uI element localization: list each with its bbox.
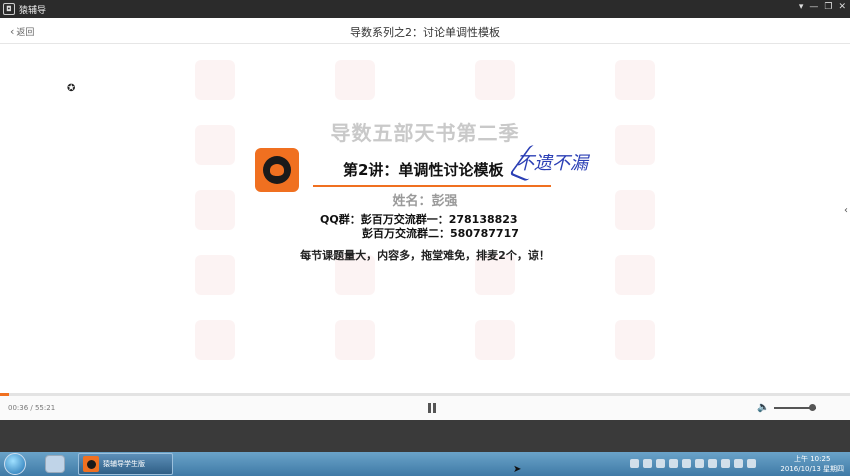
close-icon[interactable]: ✕ <box>838 2 846 12</box>
pinned-app-icon[interactable] <box>45 455 65 473</box>
app-logo-icon: ◘ <box>3 3 15 15</box>
volume-icon[interactable]: 🔈 <box>757 402 769 413</box>
volume-knob[interactable] <box>808 404 816 411</box>
monkey-logo-icon <box>255 148 299 192</box>
taskbar-app-label: 猿辅导学生版 <box>103 460 145 468</box>
playback-time: 00:36 / 55:21 <box>8 404 56 412</box>
tray-icon[interactable] <box>695 459 704 468</box>
app-window: ◘ 猿辅导 ▾ — ❐ ✕ ‹ 返回 导数系列之2：讨论单调性模板 ✪ 导数五部… <box>0 0 850 452</box>
tray-icon[interactable] <box>708 459 717 468</box>
player-controls: 00:36 / 55:21 🔈 <box>0 396 850 420</box>
qq-group-two: 彭百万交流群二：580787717 <box>362 227 519 240</box>
tray-icon[interactable] <box>747 459 756 468</box>
tray-icon[interactable] <box>656 459 665 468</box>
minimize-icon[interactable]: — <box>809 2 818 12</box>
app-name: 猿辅导 <box>19 5 47 16</box>
system-clock[interactable]: 上午 10:25 2016/10/13 星期四 <box>780 454 844 474</box>
app-taskbar-icon <box>83 456 99 472</box>
slide-notice: 每节课题量大，内容多，拖堂难免，排麦2个，谅！ <box>300 249 550 262</box>
taskbar-app-button[interactable]: 猿辅导学生版 <box>78 453 173 475</box>
video-area[interactable]: ✪ 导数五部天书第二季 第2讲：单调性讨论模板 不遗不漏 姓名：彭强 QQ群：彭… <box>0 45 850 393</box>
maximize-icon[interactable]: ❐ <box>824 2 832 12</box>
windows-taskbar: 猿辅导学生版 上午 10:25 2016/10/13 星期四 <box>0 452 850 476</box>
lecture-title: 导数系列之2：讨论单调性模板 <box>350 26 500 39</box>
lecture-header: ‹ 返回 导数系列之2：讨论单调性模板 <box>0 18 850 44</box>
teacher-name: 姓名：彭强 <box>392 194 458 209</box>
side-panel-arrow-icon[interactable]: ‹ <box>844 205 848 216</box>
menu-dropdown-icon[interactable]: ▾ <box>799 2 804 12</box>
settings-gear-icon[interactable]: ✪ <box>67 83 75 94</box>
clock-time: 上午 10:25 <box>794 455 831 463</box>
tray-icon[interactable] <box>682 459 691 468</box>
clock-date: 2016/10/13 星期四 <box>780 465 844 473</box>
tray-icon[interactable] <box>734 459 743 468</box>
window-controls: ▾ — ❐ ✕ <box>799 2 846 12</box>
mouse-cursor-icon: ➤ <box>513 464 522 475</box>
tray-icon[interactable] <box>630 459 639 468</box>
slide-title: 导数五部天书第二季 <box>330 121 520 145</box>
pause-button[interactable] <box>428 403 438 413</box>
lesson-title: 第2讲：单调性讨论模板 <box>343 161 504 179</box>
bottom-strip <box>0 420 850 452</box>
tray-icon[interactable] <box>643 459 652 468</box>
lesson-underline <box>313 185 551 187</box>
system-tray <box>630 459 756 468</box>
title-bar: ◘ 猿辅导 ▾ — ❐ ✕ <box>0 0 850 18</box>
tray-icon[interactable] <box>721 459 730 468</box>
tray-icon[interactable] <box>669 459 678 468</box>
start-button[interactable] <box>4 453 26 475</box>
handwritten-note: 不遗不漏 <box>516 153 588 174</box>
